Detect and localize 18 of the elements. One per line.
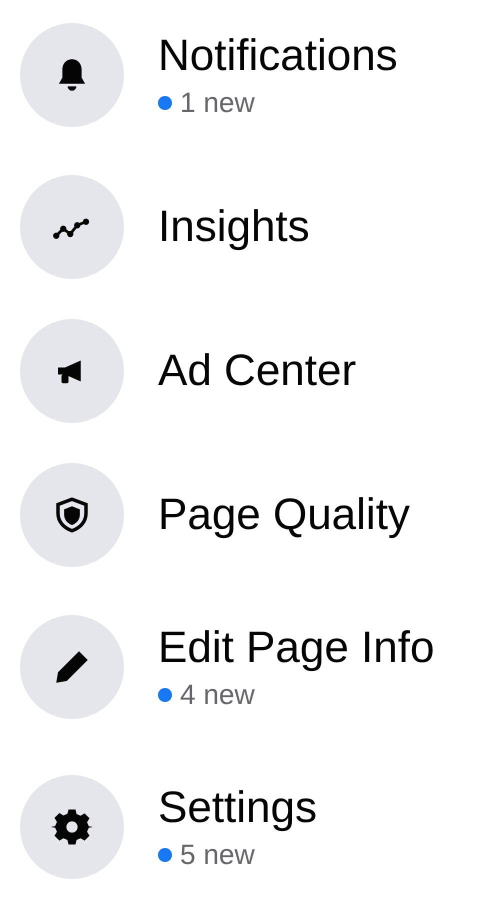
menu-item[interactable]: Insights — [20, 175, 480, 279]
item-label: Settings — [158, 783, 317, 833]
item-label: Notifications — [158, 31, 398, 81]
menu-item[interactable]: Ad Center — [20, 319, 480, 423]
new-count: 1 new — [180, 87, 255, 119]
menu-item[interactable]: Page Quality — [20, 463, 480, 567]
menu-item[interactable]: Edit Page Info 4 new — [20, 607, 480, 727]
new-dot-icon — [158, 96, 172, 110]
new-dot-icon — [158, 848, 172, 862]
item-label: Page Quality — [158, 490, 410, 540]
item-label: Ad Center — [158, 346, 356, 396]
item-label: Edit Page Info — [158, 623, 434, 673]
menu-item[interactable]: Notifications 1 new — [20, 15, 480, 135]
menu-item[interactable]: Settings 5 new — [20, 767, 480, 887]
item-label: Insights — [158, 202, 310, 252]
new-count: 4 new — [180, 679, 255, 711]
new-count: 5 new — [180, 839, 255, 871]
new-dot-icon — [158, 688, 172, 702]
